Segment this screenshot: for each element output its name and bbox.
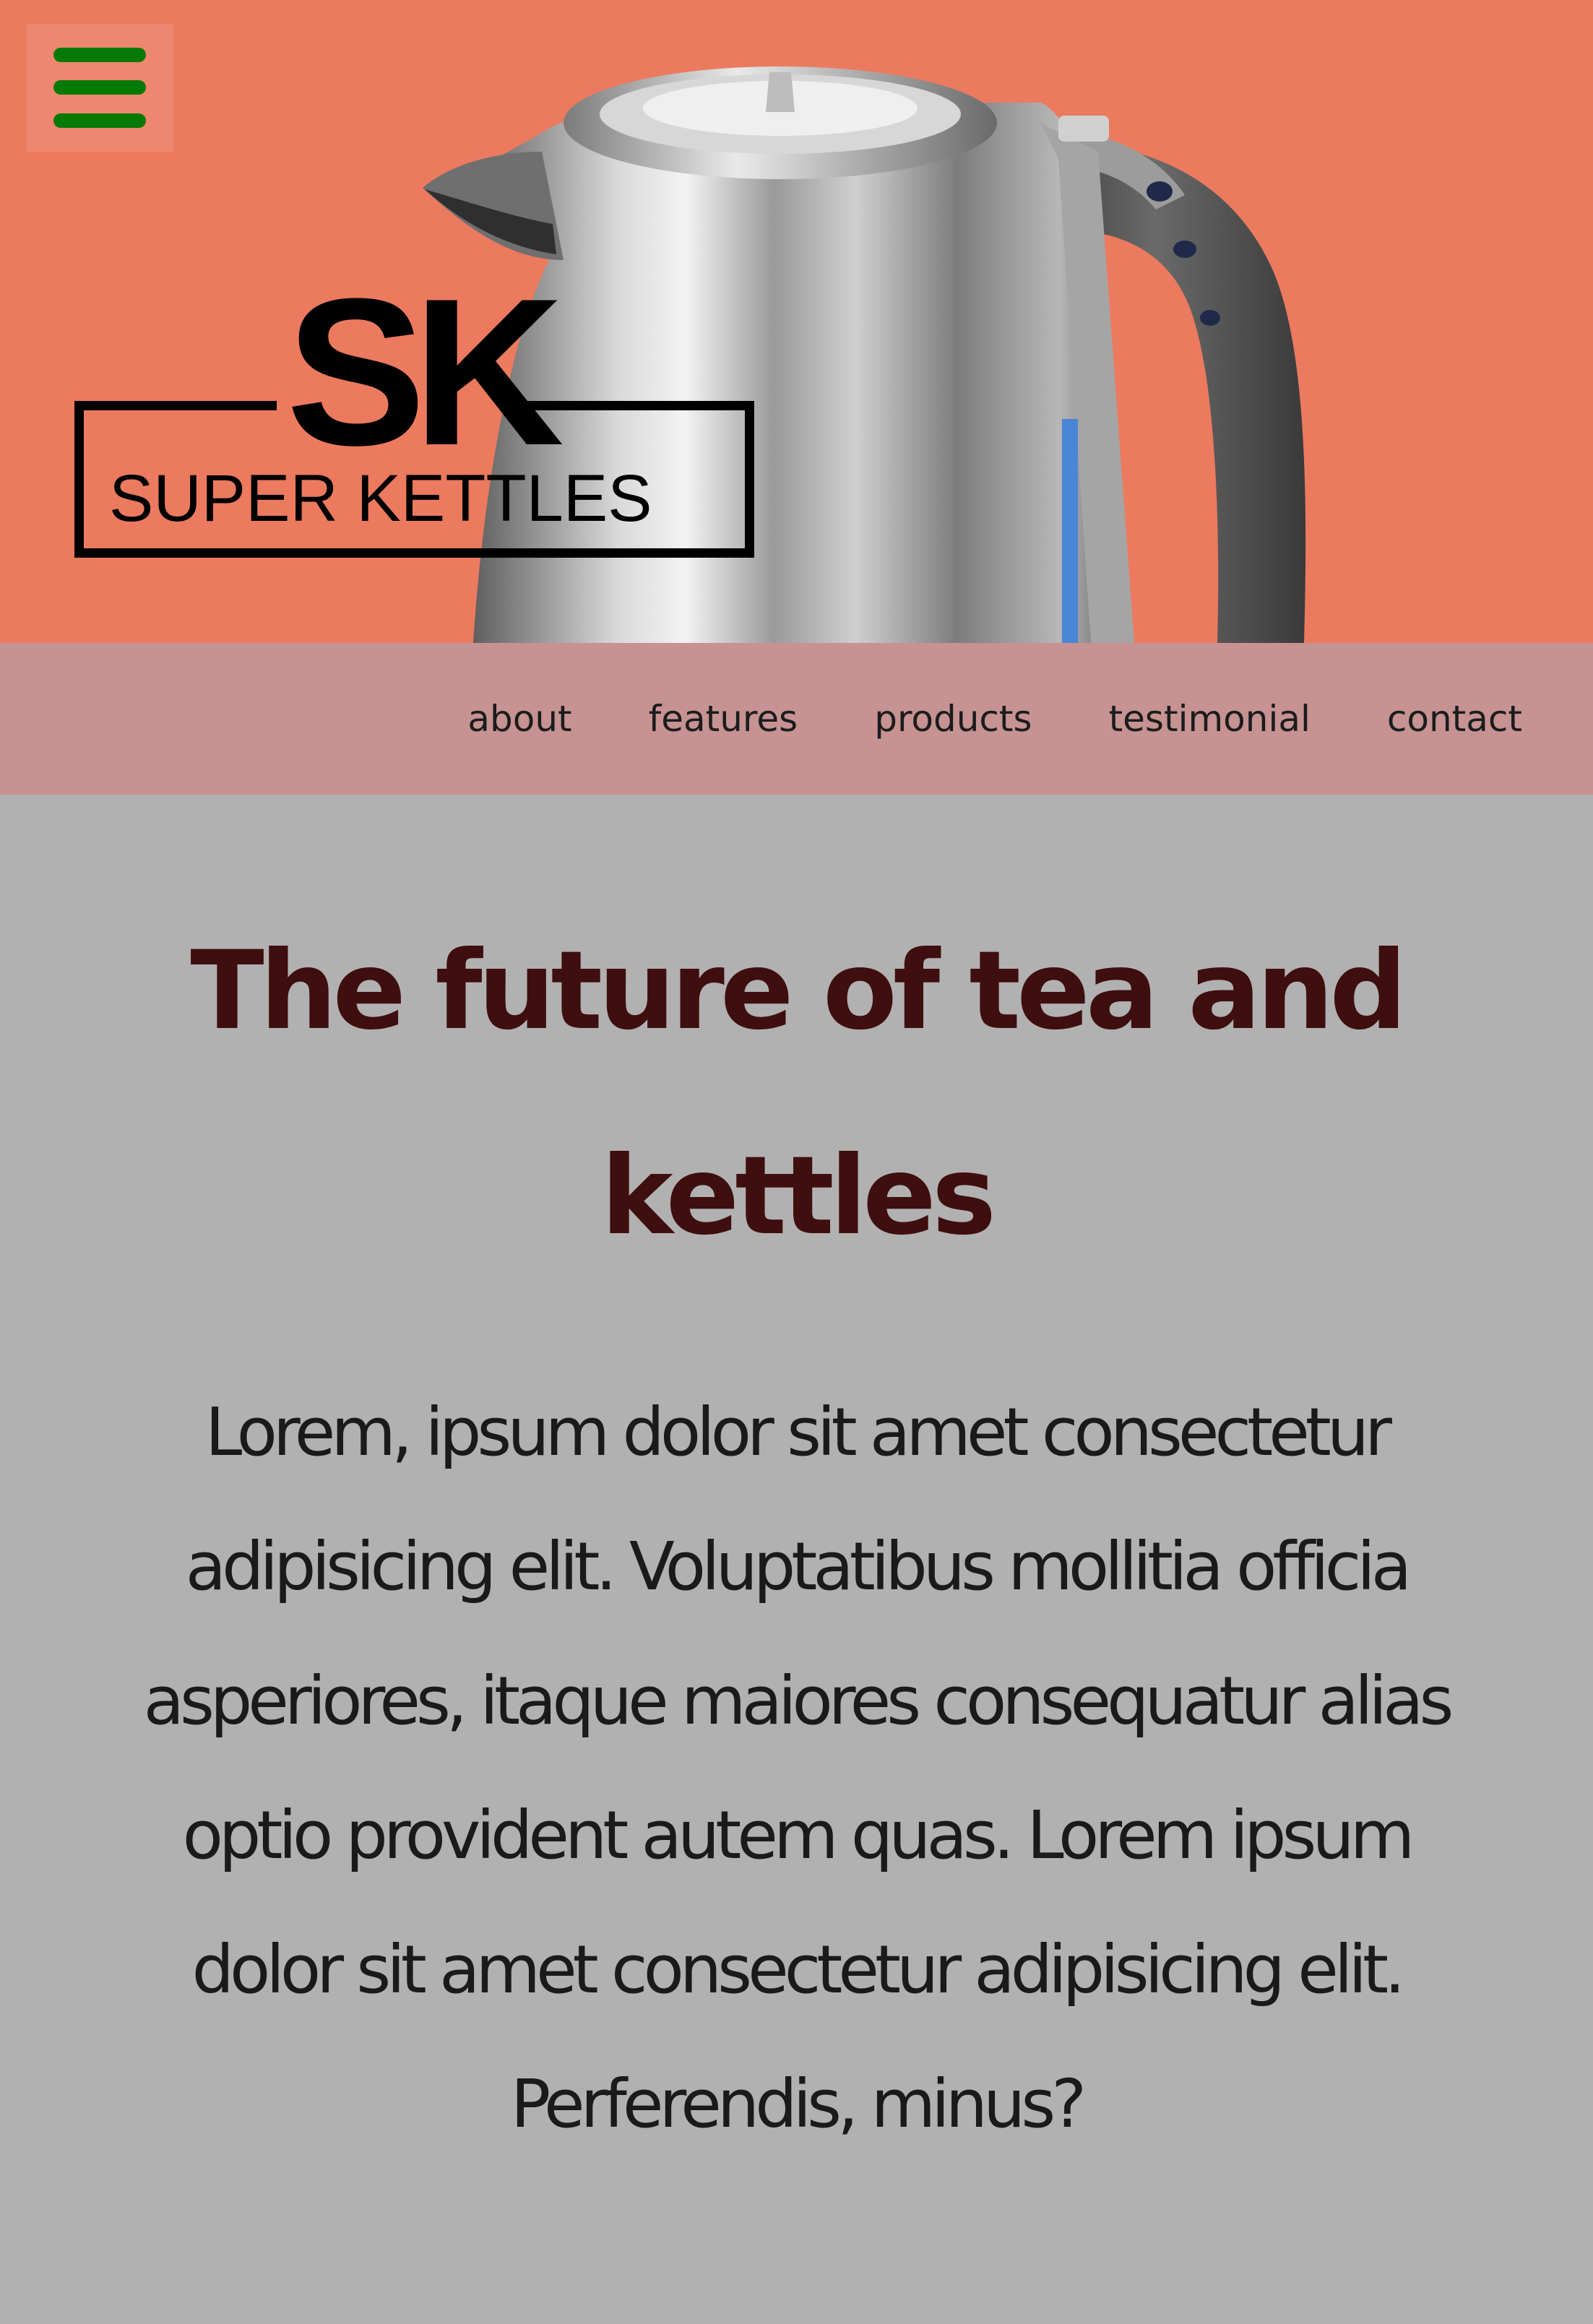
nav-item-features: features	[649, 698, 798, 740]
page-headline: The future of tea and kettles	[190, 928, 1407, 1259]
nav-link-contact[interactable]: contact	[1387, 698, 1522, 740]
main-content: The future of tea and kettles Lorem, ips…	[0, 795, 1593, 2324]
brand-logo[interactable]: SK SUPER KETTLES	[69, 267, 763, 574]
nav-list: about features products testimonial cont…	[467, 643, 1522, 795]
nav-link-testimonial[interactable]: testimonial	[1109, 698, 1311, 740]
nav-link-products[interactable]: products	[874, 698, 1032, 740]
nav-item-about: about	[467, 698, 571, 740]
main-navigation: about features products testimonial cont…	[0, 643, 1593, 795]
hamburger-icon	[53, 48, 146, 62]
nav-item-products: products	[874, 698, 1032, 740]
hero-header: SK SUPER KETTLES	[0, 0, 1593, 643]
nav-link-features[interactable]: features	[649, 698, 798, 740]
nav-item-testimonial: testimonial	[1109, 698, 1311, 740]
nav-item-contact: contact	[1387, 698, 1522, 740]
nav-link-about[interactable]: about	[467, 698, 571, 740]
hamburger-menu-button[interactable]	[27, 24, 173, 152]
intro-paragraph: Lorem, ipsum dolor sit amet consectetur …	[143, 1394, 1454, 2143]
hamburger-icon-bar	[53, 80, 146, 95]
hamburger-icon-bar	[53, 113, 146, 128]
logo-name: SUPER KETTLES	[109, 462, 652, 535]
